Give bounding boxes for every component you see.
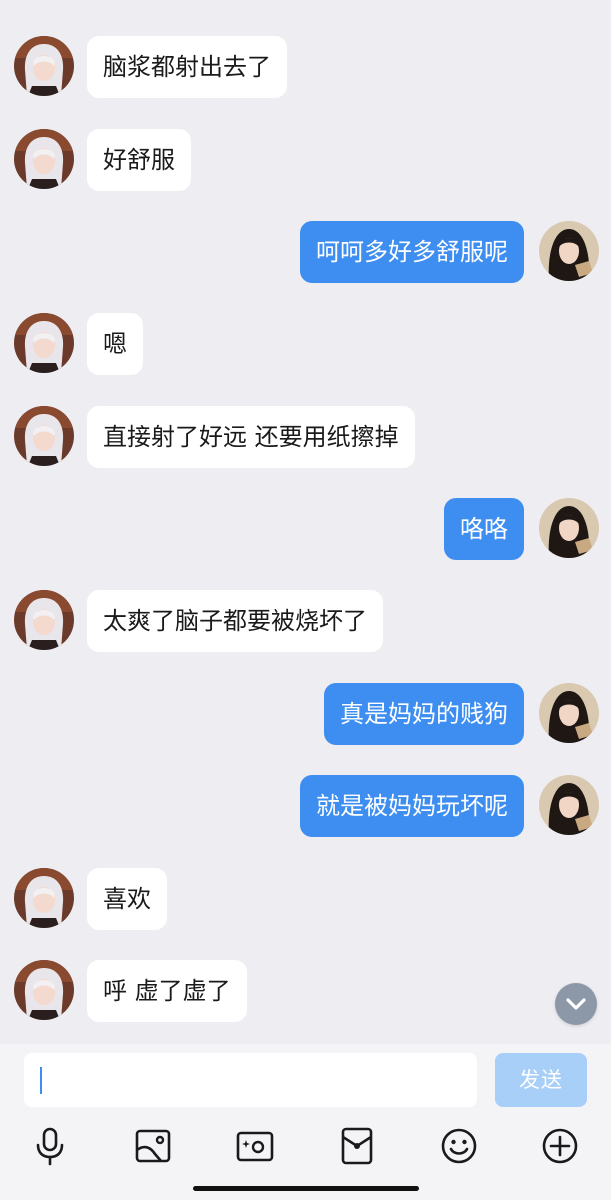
message-row-outgoing: 咯咯 (0, 496, 611, 560)
message-bubble[interactable]: 好舒服 (87, 129, 191, 191)
camera-icon (236, 1131, 274, 1162)
message-row-incoming: 好舒服 (0, 127, 611, 191)
scroll-to-bottom-button[interactable] (555, 983, 597, 1025)
voice-button[interactable] (28, 1124, 72, 1168)
camera-button[interactable] (233, 1124, 277, 1168)
red-envelope-icon (341, 1127, 373, 1165)
self-avatar[interactable] (539, 498, 599, 558)
image-icon (135, 1129, 171, 1163)
self-avatar[interactable] (539, 683, 599, 743)
message-row-incoming: 喜欢 (0, 866, 611, 930)
message-bubble[interactable]: 直接射了好远 还要用纸擦掉 (87, 406, 415, 468)
message-row-incoming: 直接射了好远 还要用纸擦掉 (0, 404, 611, 468)
message-row-incoming: 太爽了脑子都要被烧坏了 (0, 588, 611, 652)
contact-avatar[interactable] (14, 313, 74, 373)
plus-icon (542, 1128, 578, 1164)
microphone-icon (36, 1127, 64, 1166)
contact-avatar[interactable] (14, 868, 74, 928)
text-caret (40, 1067, 42, 1094)
message-bubble[interactable]: 呵呵多好多舒服呢 (300, 221, 524, 283)
message-row-incoming: 脑浆都射出去了 (0, 34, 611, 98)
composer-bar: 发送 (0, 1044, 611, 1200)
chevron-down-icon (566, 998, 586, 1010)
message-bubble[interactable]: 咯咯 (444, 498, 524, 560)
contact-avatar[interactable] (14, 406, 74, 466)
contact-avatar[interactable] (14, 129, 74, 189)
emoji-icon (441, 1128, 477, 1164)
photo-button[interactable] (131, 1124, 175, 1168)
send-button[interactable]: 发送 (495, 1053, 587, 1107)
message-row-incoming: 嗯 (0, 311, 611, 375)
self-avatar[interactable] (539, 221, 599, 281)
contact-avatar[interactable] (14, 960, 74, 1020)
home-indicator (193, 1186, 419, 1191)
message-row-outgoing: 就是被妈妈玩坏呢 (0, 773, 611, 837)
message-bubble[interactable]: 嗯 (87, 313, 143, 375)
message-input[interactable] (24, 1053, 477, 1107)
message-bubble[interactable]: 呼 虚了虚了 (87, 960, 247, 1022)
message-bubble[interactable]: 真是妈妈的贱狗 (324, 683, 524, 745)
message-row-outgoing: 真是妈妈的贱狗 (0, 681, 611, 745)
emoji-button[interactable] (437, 1124, 481, 1168)
more-button[interactable] (538, 1124, 582, 1168)
message-row-incoming: 呼 虚了虚了 (0, 958, 611, 1022)
contact-avatar[interactable] (14, 36, 74, 96)
message-list[interactable]: 脑浆都射出去了 好舒服 呵呵多好多舒服呢 嗯 直接射了好远 还要用纸擦掉 咯咯 … (0, 0, 611, 1044)
message-bubble[interactable]: 就是被妈妈玩坏呢 (300, 775, 524, 837)
self-avatar[interactable] (539, 775, 599, 835)
contact-avatar[interactable] (14, 590, 74, 650)
message-bubble[interactable]: 太爽了脑子都要被烧坏了 (87, 590, 383, 652)
message-bubble[interactable]: 喜欢 (87, 868, 167, 930)
message-row-outgoing: 呵呵多好多舒服呢 (0, 219, 611, 283)
red-envelope-button[interactable] (335, 1124, 379, 1168)
chat-screen: 脑浆都射出去了 好舒服 呵呵多好多舒服呢 嗯 直接射了好远 还要用纸擦掉 咯咯 … (0, 0, 611, 1200)
message-bubble[interactable]: 脑浆都射出去了 (87, 36, 287, 98)
